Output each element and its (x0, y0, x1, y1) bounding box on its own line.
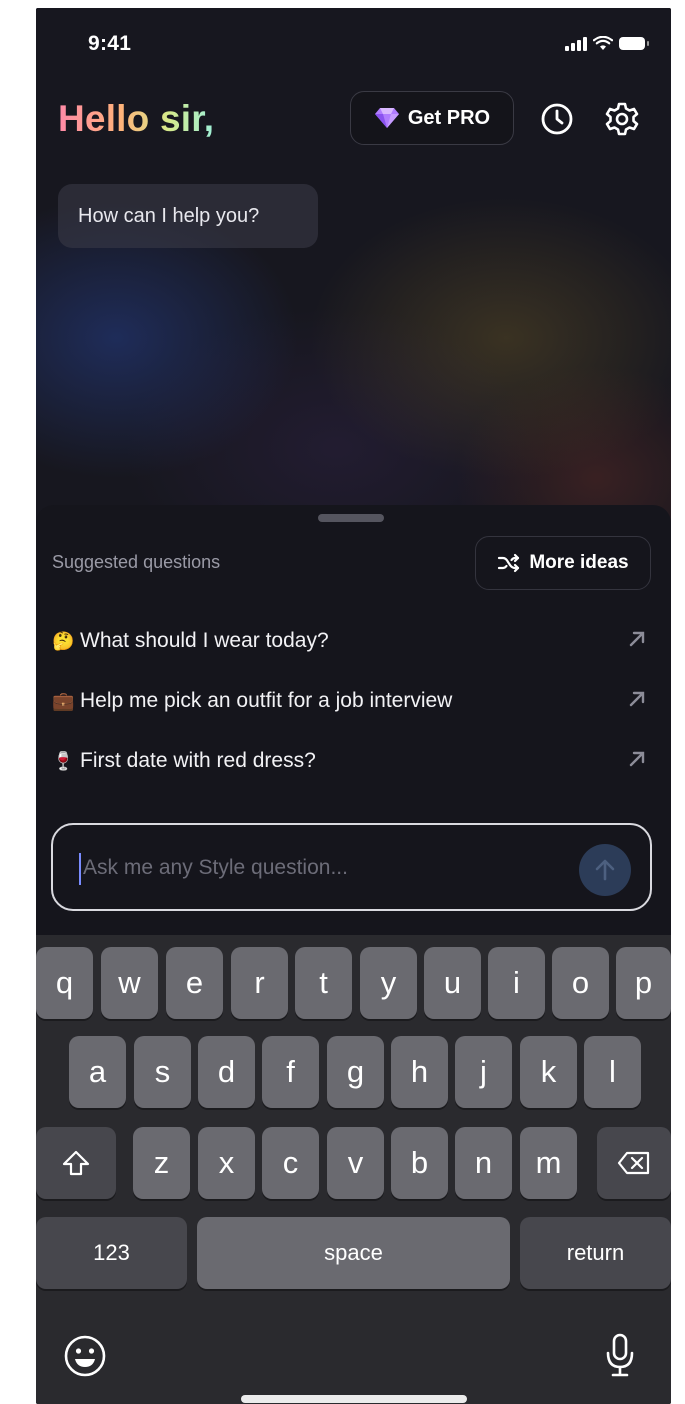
key-v[interactable]: v (327, 1127, 384, 1199)
get-pro-button[interactable]: Get PRO (350, 91, 514, 145)
key-g[interactable]: g (327, 1036, 384, 1108)
suggestion-text: First date with red dress? (80, 749, 316, 772)
arrow-up-icon (595, 859, 615, 881)
key-f[interactable]: f (262, 1036, 319, 1108)
thinking-emoji-icon: 🤔 (52, 630, 75, 651)
key-z[interactable]: z (133, 1127, 190, 1199)
delete-key[interactable] (597, 1127, 671, 1199)
key-y[interactable]: y (360, 947, 417, 1019)
key-e[interactable]: e (166, 947, 223, 1019)
assistant-message-text: How can I help you? (78, 204, 260, 227)
shuffle-icon (498, 553, 520, 573)
key-b[interactable]: b (391, 1127, 448, 1199)
question-input[interactable] (83, 847, 563, 889)
microphone-icon (606, 1333, 634, 1377)
key-i[interactable]: i (488, 947, 545, 1019)
key-w[interactable]: w (101, 947, 158, 1019)
key-a[interactable]: a (69, 1036, 126, 1108)
keyboard: q w e r t y u i o p a s d f g h j k l z … (36, 935, 671, 1404)
suggestions-sheet: Suggested questions More ideas 🤔 What sh… (36, 505, 671, 935)
history-button[interactable] (538, 100, 576, 138)
clock-icon (541, 103, 573, 135)
key-p[interactable]: p (616, 947, 671, 1019)
key-x[interactable]: x (198, 1127, 255, 1199)
get-pro-label: Get PRO (407, 106, 491, 129)
settings-button[interactable] (603, 100, 641, 138)
text-caret (79, 853, 81, 885)
key-k[interactable]: k (520, 1036, 577, 1108)
home-indicator (241, 1395, 467, 1403)
key-h[interactable]: h (391, 1036, 448, 1108)
return-key[interactable]: return (520, 1217, 671, 1289)
key-r[interactable]: r (231, 947, 288, 1019)
key-d[interactable]: d (198, 1036, 255, 1108)
question-input-container (51, 823, 652, 911)
shift-icon (62, 1150, 90, 1176)
wifi-icon (593, 36, 613, 50)
backspace-icon (617, 1151, 650, 1175)
assistant-message-bubble: How can I help you? (58, 184, 318, 248)
suggested-questions-label: Suggested questions (52, 552, 221, 572)
dictation-button[interactable] (598, 1329, 642, 1383)
shift-key[interactable] (36, 1127, 116, 1199)
suggestion-text: Help me pick an outfit for a job intervi… (80, 689, 453, 712)
key-q[interactable]: q (36, 947, 93, 1019)
key-o[interactable]: o (552, 947, 609, 1019)
arrow-up-right-icon (629, 751, 645, 767)
status-time: 9:41 (88, 32, 132, 55)
greeting-title: Hello sir, (58, 98, 215, 139)
more-ideas-button[interactable]: More ideas (475, 536, 651, 590)
suggestion-item[interactable]: 🍷 First date with red dress? (52, 738, 652, 784)
numbers-key[interactable]: 123 (36, 1217, 187, 1289)
emoji-icon (64, 1335, 106, 1377)
key-c[interactable]: c (262, 1127, 319, 1199)
arrow-up-right-icon (629, 631, 645, 647)
send-button[interactable] (579, 844, 631, 896)
briefcase-emoji-icon: 💼 (52, 690, 75, 711)
arrow-up-right-icon (629, 691, 645, 707)
wine-glass-emoji-icon: 🍷 (52, 750, 75, 771)
key-l[interactable]: l (584, 1036, 641, 1108)
key-u[interactable]: u (424, 947, 481, 1019)
space-key[interactable]: space (197, 1217, 510, 1289)
more-ideas-label: More ideas (529, 552, 629, 573)
battery-icon (619, 37, 649, 50)
chat-area: 9:41 Hello sir, Get PRO How can I help y… (36, 8, 671, 528)
status-bar: 9:41 (36, 8, 671, 78)
sheet-drag-handle[interactable] (318, 514, 384, 522)
diamond-icon (374, 108, 399, 128)
app-screen: 9:41 Hello sir, Get PRO How can I help y… (36, 8, 671, 1404)
key-m[interactable]: m (520, 1127, 577, 1199)
key-n[interactable]: n (455, 1127, 512, 1199)
cellular-signal-icon (565, 36, 587, 51)
emoji-keyboard-button[interactable] (60, 1331, 110, 1381)
key-t[interactable]: t (295, 947, 352, 1019)
status-icons (565, 36, 649, 51)
gear-icon (605, 102, 639, 136)
key-s[interactable]: s (134, 1036, 191, 1108)
suggestion-item[interactable]: 🤔 What should I wear today? (52, 618, 652, 664)
suggestion-item[interactable]: 💼 Help me pick an outfit for a job inter… (52, 678, 652, 724)
suggestion-text: What should I wear today? (80, 629, 329, 652)
key-j[interactable]: j (455, 1036, 512, 1108)
